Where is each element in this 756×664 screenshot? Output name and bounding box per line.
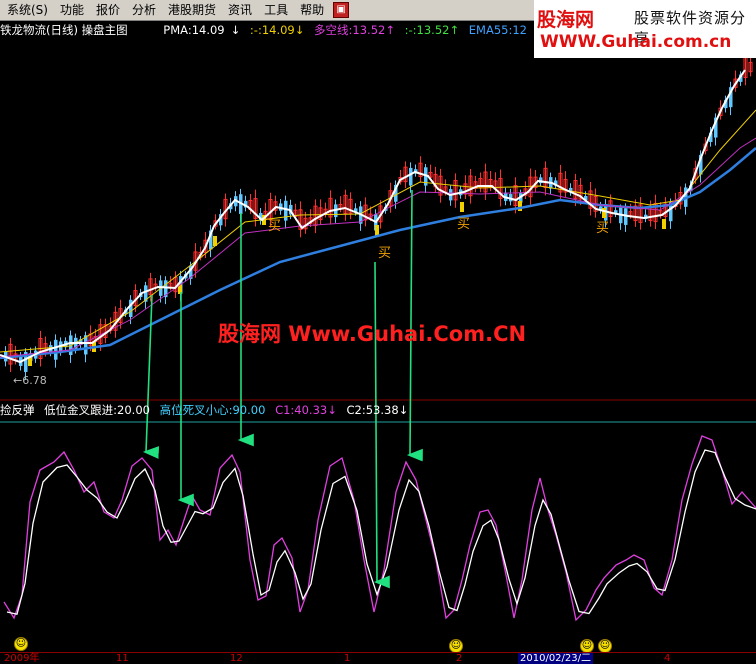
date-label: 2 [456, 653, 463, 664]
date-label: 1 [344, 653, 351, 664]
smiley-icon: ☺ [449, 639, 463, 653]
indicator-name: 捡反弹 [0, 403, 35, 417]
ma-value-1: :14.09 [257, 23, 295, 37]
candle-body [284, 200, 288, 221]
signal-bar [375, 225, 379, 235]
d-line [6, 449, 756, 616]
logo-url: WWW.Guhai.com.cn [540, 32, 732, 52]
smiley-icon: ☺ [580, 639, 594, 653]
chart-title: 铁龙物流(日线) 操盘主图 [0, 23, 128, 37]
site-logo: 股海网 股票软件资源分享 WWW.Guhai.com.cn [534, 0, 756, 58]
date-axis: 2009年111212342010/02/23/二 [0, 652, 756, 664]
date-label: 4 [664, 653, 671, 664]
buy-signal-label: 买 [268, 219, 281, 234]
pma-value: PMA:14.09 [163, 23, 225, 37]
menu-info[interactable]: 资讯 [221, 0, 257, 20]
date-cursor-label: 2010/02/23/二 [518, 653, 594, 664]
logo-brand: 股海网 [537, 9, 595, 31]
price-low-label: ←6.78 [13, 374, 47, 387]
menu-bar: 系统(S) 功能 报价 分析 港股期货 资讯 工具 帮助 ▣ [0, 0, 534, 21]
menu-analysis[interactable]: 分析 [125, 0, 161, 20]
menu-tools[interactable]: 工具 [257, 0, 293, 20]
arrow-down-icon: ↓ [327, 403, 337, 417]
arrow-up-icon: ↑ [385, 23, 395, 37]
arrow-up-icon: ↑ [449, 23, 460, 37]
candle-body [54, 339, 58, 360]
indicator-header: 捡反弹 低位金叉跟进:20.00 高位死叉小心:90.00 C1:40.33↓ … [0, 402, 408, 418]
signal-arrow [142, 294, 160, 459]
ma-dash-2: :- [404, 23, 413, 37]
smiley-icon: ☺ [598, 639, 612, 653]
date-label: 12 [230, 653, 243, 664]
menu-quote[interactable]: 报价 [89, 0, 125, 20]
duokong-value: 多空线:13.52 [314, 23, 386, 37]
ma-dash-1: :- [249, 23, 258, 37]
candle-body [409, 167, 413, 186]
c2-value: C2:53.38 [346, 403, 399, 417]
menu-hk-futures[interactable]: 港股期货 [161, 0, 221, 20]
menu-system[interactable]: 系统(S) [0, 0, 53, 20]
smiley-icon: ☺ [14, 637, 28, 651]
ma-value-2: :13.52 [412, 23, 450, 37]
low-gold-value: 低位金叉跟进:20.00 [44, 403, 150, 417]
watermark: 股海网 Www.Guhai.Com.CN [218, 322, 527, 346]
buy-signal-label: 买 [457, 217, 470, 232]
menu-function[interactable]: 功能 [53, 0, 89, 20]
main-chart-header: 铁龙物流(日线) 操盘主图 PMA:14.09 ↓ :-:14.09↓ 多空线:1… [0, 21, 534, 39]
ema-value: EMA55:12 [468, 23, 527, 37]
arrow-down-icon: ↓ [294, 23, 305, 37]
signal-arrow [373, 261, 390, 589]
signal-bar [662, 219, 666, 229]
c1-value: C1:40.33 [275, 403, 328, 417]
arrow-down-icon: ↓ [230, 23, 241, 37]
arrow-down-icon: ↓ [398, 403, 409, 417]
signal-bar [602, 208, 606, 218]
high-dead-value: 高位死叉小心:90.00 [159, 403, 266, 417]
signal-bar [460, 202, 464, 212]
k-line [3, 435, 756, 622]
buy-signal-label: 买 [378, 246, 391, 261]
date-label: 2009年 [4, 653, 40, 664]
signal-bar [518, 201, 522, 211]
date-label: 11 [116, 653, 129, 664]
buy-signal-label: 买 [596, 221, 609, 236]
app-icon[interactable]: ▣ [333, 2, 350, 18]
menu-help[interactable]: 帮助 [293, 0, 329, 20]
